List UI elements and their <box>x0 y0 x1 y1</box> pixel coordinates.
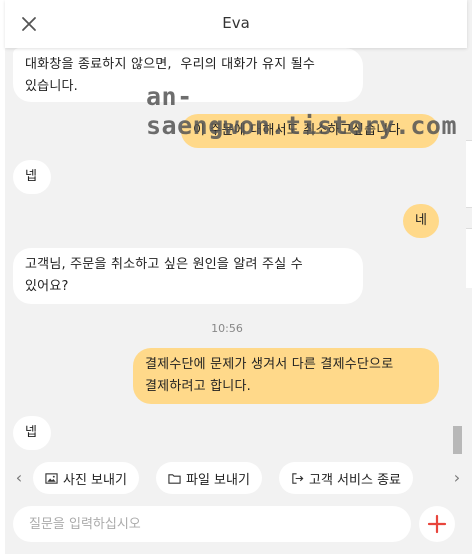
chevron-left-icon[interactable]: ‹ <box>11 468 27 488</box>
chevron-right-icon[interactable]: › <box>449 468 465 488</box>
chat-title: Eva <box>222 14 250 32</box>
send-photo-label: 사진 보내기 <box>63 472 127 488</box>
message-timestamp: 10:56 <box>211 322 243 335</box>
chat-header: Eva <box>5 0 467 48</box>
quick-reply-bar: ‹ 사진 보내기 파일 보내기 고객 서비스 종료 › <box>5 460 467 496</box>
bot-message: 넵 <box>13 160 51 194</box>
end-service-button[interactable]: 고객 서비스 종료 <box>279 462 413 494</box>
message-input[interactable] <box>13 506 411 542</box>
send-file-button[interactable]: 파일 보내기 <box>156 462 262 494</box>
user-message: 네 <box>403 204 439 238</box>
background-page-fragment <box>466 228 472 288</box>
composer <box>5 500 467 552</box>
bot-message: 고객님, 주문을 취소하고 싶은 원인을 알려 주실 수 있어요? <box>13 248 363 304</box>
exit-icon <box>292 472 304 484</box>
chat-window: Eva 대화창을 종료하지 않으면, 우리의 대화가 유지 될수 있습니다. 이… <box>0 0 472 554</box>
user-message: 결제수단에 문제가 생겨서 다른 결제수단으로 결제하려고 합니다. <box>133 348 439 404</box>
scrollbar-thumb[interactable] <box>453 426 462 454</box>
folder-icon <box>168 473 181 484</box>
add-attachment-button[interactable] <box>419 506 455 542</box>
watermark-text: an-saengwon.tistory.com <box>146 82 458 140</box>
plus-icon <box>427 514 447 534</box>
send-file-label: 파일 보내기 <box>186 472 250 488</box>
end-service-label: 고객 서비스 종료 <box>309 472 401 488</box>
bot-message: 넵 <box>13 416 51 450</box>
image-icon <box>45 472 58 484</box>
send-photo-button[interactable]: 사진 보내기 <box>33 462 139 494</box>
background-page-fragment <box>466 140 472 208</box>
